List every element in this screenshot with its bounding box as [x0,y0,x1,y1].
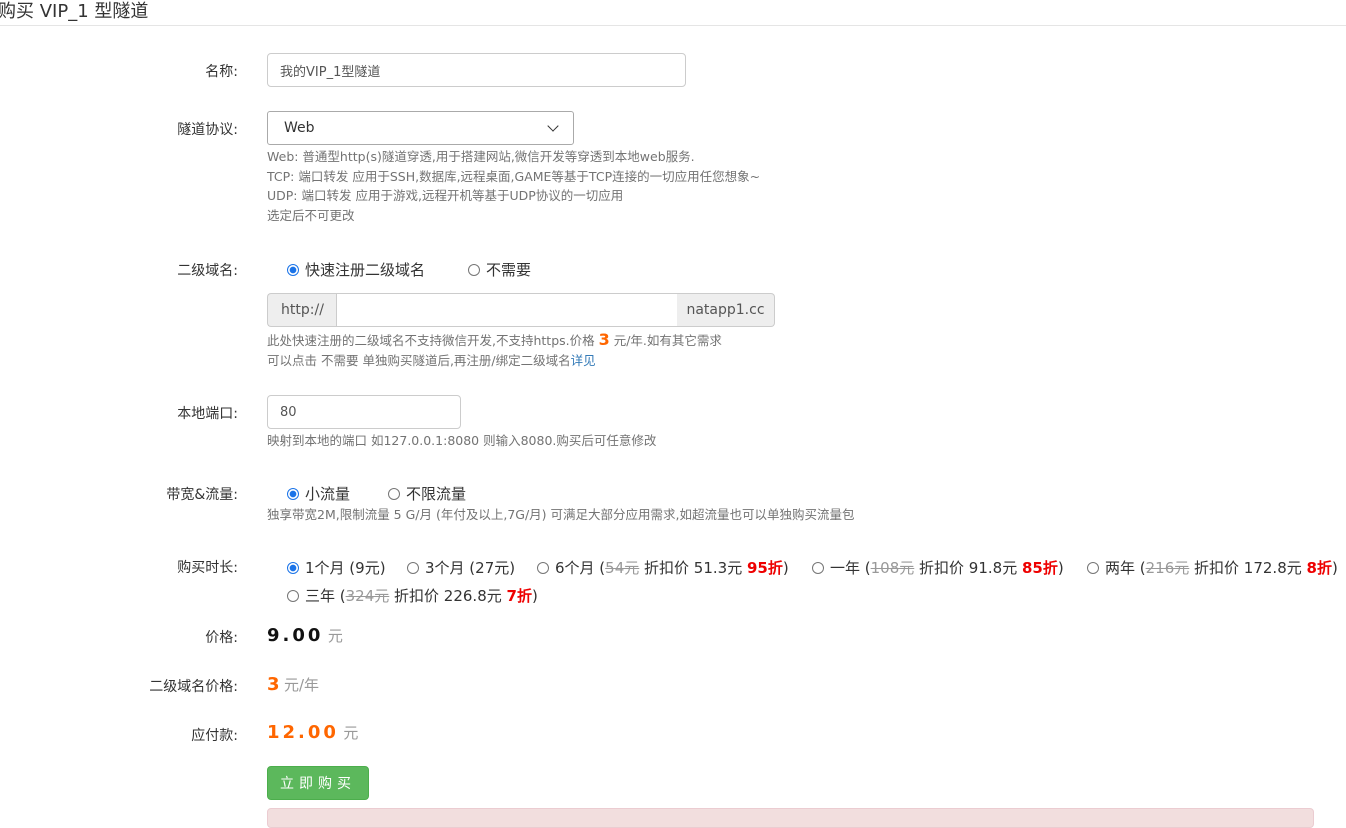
subdomain-help: 此处快速注册的二级域名不支持微信开发,不支持https.价格 3 元/年.如有其… [267,330,722,370]
radio-checked-icon [287,561,299,574]
radio-label-end: ) [1057,558,1064,577]
discount-rate: 7折 [506,587,532,605]
local-port-help: 映射到本地的端口 如127.0.0.1:8080 则输入8080.购买后可任意修… [267,433,657,448]
original-price: 54元 [605,559,640,577]
original-price: 216元 [1145,559,1190,577]
radio-duration-3m[interactable]: 3个月 (27元) [407,557,515,578]
subdomain-label: 二级域名: [177,263,238,279]
radio-no-subdomain[interactable]: 不需要 [468,259,531,280]
page-title: 购买 VIP_1 型隧道 [0,1,149,22]
discount-rate: 95折 [746,559,783,577]
radio-unchecked-icon [388,487,400,500]
total-label: 应付款: [191,728,238,744]
price-display: 9.00 元 [267,625,343,646]
discount-price: 折扣价 172.8元 [1189,559,1307,577]
radio-label-end: ) [531,586,538,605]
subdomain-help-line2: 可以点击 不需要 单独购买隧道后,再注册/绑定二级域名 [267,352,571,368]
radio-label-end: ) [782,558,789,577]
radio-label: 一年 ( [830,559,871,577]
alert-box [267,808,1314,828]
protocol-help-udp: UDP: 端口转发 应用于游戏,远程开机等基于UDP协议的一切应用 [267,188,624,203]
domain-price-unit: 元/年 [283,676,320,694]
radio-label: 6个月 ( [555,559,606,577]
protocol-label: 隧道协议: [177,122,238,138]
price-unit: 元 [327,627,343,645]
total-value: 12.00 [267,722,339,743]
subdomain-help-text-post: 元/年.如有其它需求 [609,333,722,348]
discount-rate: 85折 [1021,559,1058,577]
radio-small-traffic[interactable]: 小流量 [287,483,350,504]
radio-checked-icon [287,263,299,276]
radio-duration-6m[interactable]: 6个月 (54元 折扣价 51.3元 95折) [537,557,789,578]
local-port-value: 80 [280,404,297,420]
radio-label: 3个月 (27元) [425,559,516,577]
radio-unlimited-traffic[interactable]: 不限流量 [388,483,466,504]
subdomain-input[interactable] [336,293,678,327]
price-label: 价格: [205,630,238,646]
protocol-select[interactable]: Web [267,111,574,145]
radio-unchecked-icon [287,589,299,602]
radio-quick-register[interactable]: 快速注册二级域名 [287,259,425,280]
original-price: 324元 [345,587,390,605]
total-display: 12.00 元 [267,722,358,743]
domain-suffix: natapp1.cc [677,293,775,327]
local-port-label: 本地端口: [177,406,238,422]
domain-price-label: 二级域名价格: [149,679,238,695]
buy-now-button[interactable]: 立即购买 [267,766,369,800]
duration-label: 购买时长: [177,560,238,576]
radio-label: 不需要 [486,261,532,279]
radio-unchecked-icon [468,263,480,276]
total-unit: 元 [343,724,359,742]
radio-label: 快速注册二级域名 [305,261,426,279]
subdomain-help-text: 此处快速注册的二级域名不支持微信开发,不支持https.价格 [267,333,599,348]
chevron-down-icon [547,120,559,132]
discount-rate: 8折 [1306,559,1332,577]
name-label: 名称: [205,64,238,80]
radio-duration-1m[interactable]: 1个月 (9元) [287,557,386,578]
radio-label: 两年 ( [1105,559,1146,577]
url-prefix: http:// [267,293,337,327]
domain-price-value: 3 [267,674,280,695]
divider [0,25,1346,26]
radio-label: 小流量 [305,485,351,503]
bandwidth-help: 独享带宽2M,限制流量 5 G/月 (年付及以上,7G/月) 可满足大部分应用需… [267,507,855,522]
radio-label-end: ) [1331,558,1338,577]
radio-checked-icon [287,487,299,500]
radio-unchecked-icon [1087,561,1099,574]
discount-price: 折扣价 51.3元 [639,559,747,577]
tunnel-name-value: 我的VIP_1型隧道 [280,64,381,80]
domain-price-display: 3 元/年 [267,674,319,695]
local-port-input[interactable]: 80 [267,395,461,429]
discount-price: 折扣价 91.8元 [914,559,1022,577]
protocol-help-web: Web: 普通型http(s)隧道穿透,用于搭建网站,微信开发等穿透到本地web… [267,149,695,164]
radio-unchecked-icon [537,561,549,574]
radio-label: 1个月 (9元) [305,559,386,577]
protocol-help: Web: 普通型http(s)隧道穿透,用于搭建网站,微信开发等穿透到本地web… [267,147,760,225]
details-link[interactable]: 详见 [571,353,596,368]
radio-duration-1y[interactable]: 一年 (108元 折扣价 91.8元 85折) [812,557,1064,578]
bandwidth-label: 带宽&流量: [166,487,238,503]
protocol-help-note: 选定后不可更改 [267,207,355,223]
radio-duration-2y[interactable]: 两年 (216元 折扣价 172.8元 8折) [1087,557,1338,578]
protocol-selected: Web [284,120,315,136]
subdomain-help-price: 3 [598,330,610,349]
radio-unchecked-icon [407,561,419,574]
radio-duration-3y[interactable]: 三年 (324元 折扣价 226.8元 7折) [287,585,538,606]
original-price: 108元 [870,559,915,577]
radio-unchecked-icon [812,561,824,574]
radio-label: 不限流量 [406,485,467,503]
radio-label: 三年 ( [305,587,346,605]
price-value: 9.00 [267,625,324,646]
protocol-help-tcp: TCP: 端口转发 应用于SSH,数据库,远程桌面,GAME等基于TCP连接的一… [267,168,761,184]
discount-price: 折扣价 226.8元 [389,587,507,605]
tunnel-name-input[interactable]: 我的VIP_1型隧道 [267,53,686,87]
